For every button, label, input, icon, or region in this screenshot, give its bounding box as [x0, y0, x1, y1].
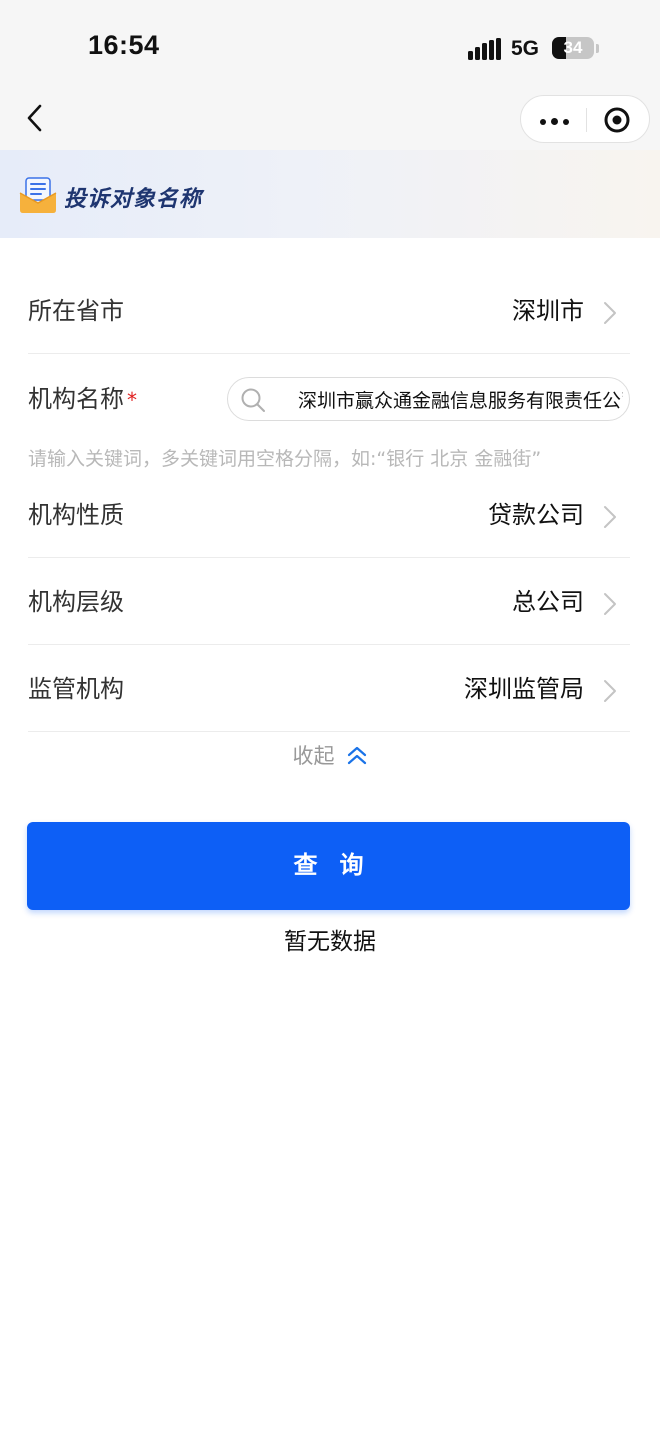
- institution-name-label-text: 机构名称: [28, 385, 124, 413]
- search-icon: [241, 388, 265, 412]
- collapse-label: 收起: [292, 744, 335, 768]
- battery-icon: 34: [552, 37, 594, 59]
- chevron-right-icon: [604, 680, 616, 702]
- institution-level-row[interactable]: 机构层级 总公司: [28, 559, 630, 645]
- network-type: 5G: [511, 37, 540, 60]
- status-time: 16:54: [88, 30, 160, 60]
- institution-nature-value: 贷款公司: [488, 501, 584, 529]
- chevron-right-icon: [604, 506, 616, 528]
- battery-cap: [596, 44, 599, 53]
- back-button[interactable]: [16, 98, 56, 138]
- more-button[interactable]: [531, 100, 579, 140]
- institution-name-row: 机构名称 *: [28, 355, 630, 443]
- battery-level: 34: [563, 38, 583, 57]
- envelope-document-icon: [19, 177, 57, 213]
- province-city-value: 深圳市: [512, 297, 584, 325]
- mini-program-capsule: [520, 95, 650, 143]
- double-chevron-up-icon: [347, 746, 366, 765]
- target-circle-icon: [604, 107, 630, 133]
- more-dot: [563, 119, 569, 125]
- institution-name-input[interactable]: [298, 378, 623, 420]
- collapse-toggle[interactable]: 收起: [0, 740, 660, 776]
- institution-name-hint: 请输入关键词，多关键词用空格分隔，如:“银行 北京 金融街”: [28, 448, 542, 470]
- province-city-label: 所在省市: [28, 297, 124, 325]
- chevron-left-icon: [27, 104, 42, 132]
- regulator-value: 深圳监管局: [464, 675, 584, 703]
- chevron-right-icon: [604, 302, 616, 324]
- query-button[interactable]: 查询: [27, 822, 630, 910]
- more-dot: [551, 118, 558, 125]
- institution-search-box[interactable]: [227, 377, 630, 421]
- more-dots-icon: [540, 119, 546, 125]
- province-city-row[interactable]: 所在省市 深圳市: [28, 268, 630, 354]
- empty-result-text: 暂无数据: [284, 929, 376, 955]
- institution-nature-label: 机构性质: [28, 501, 124, 529]
- institution-level-value: 总公司: [512, 588, 584, 616]
- close-button[interactable]: [601, 104, 633, 136]
- capsule-divider: [586, 108, 587, 132]
- required-mark: *: [127, 388, 137, 412]
- regulator-row[interactable]: 监管机构 深圳监管局: [28, 646, 630, 732]
- page-title: 投诉对象名称: [64, 187, 203, 212]
- nav-bar: [0, 92, 660, 150]
- title-banner: 投诉对象名称: [0, 150, 660, 238]
- chevron-right-icon: [604, 593, 616, 615]
- signal-strength-icon: [468, 38, 502, 60]
- institution-level-label: 机构层级: [28, 588, 124, 616]
- institution-nature-row[interactable]: 机构性质 贷款公司: [28, 472, 630, 558]
- regulator-label: 监管机构: [28, 675, 124, 703]
- institution-name-label: 机构名称 *: [28, 355, 137, 444]
- status-bar: 16:54 5G 34: [0, 0, 660, 92]
